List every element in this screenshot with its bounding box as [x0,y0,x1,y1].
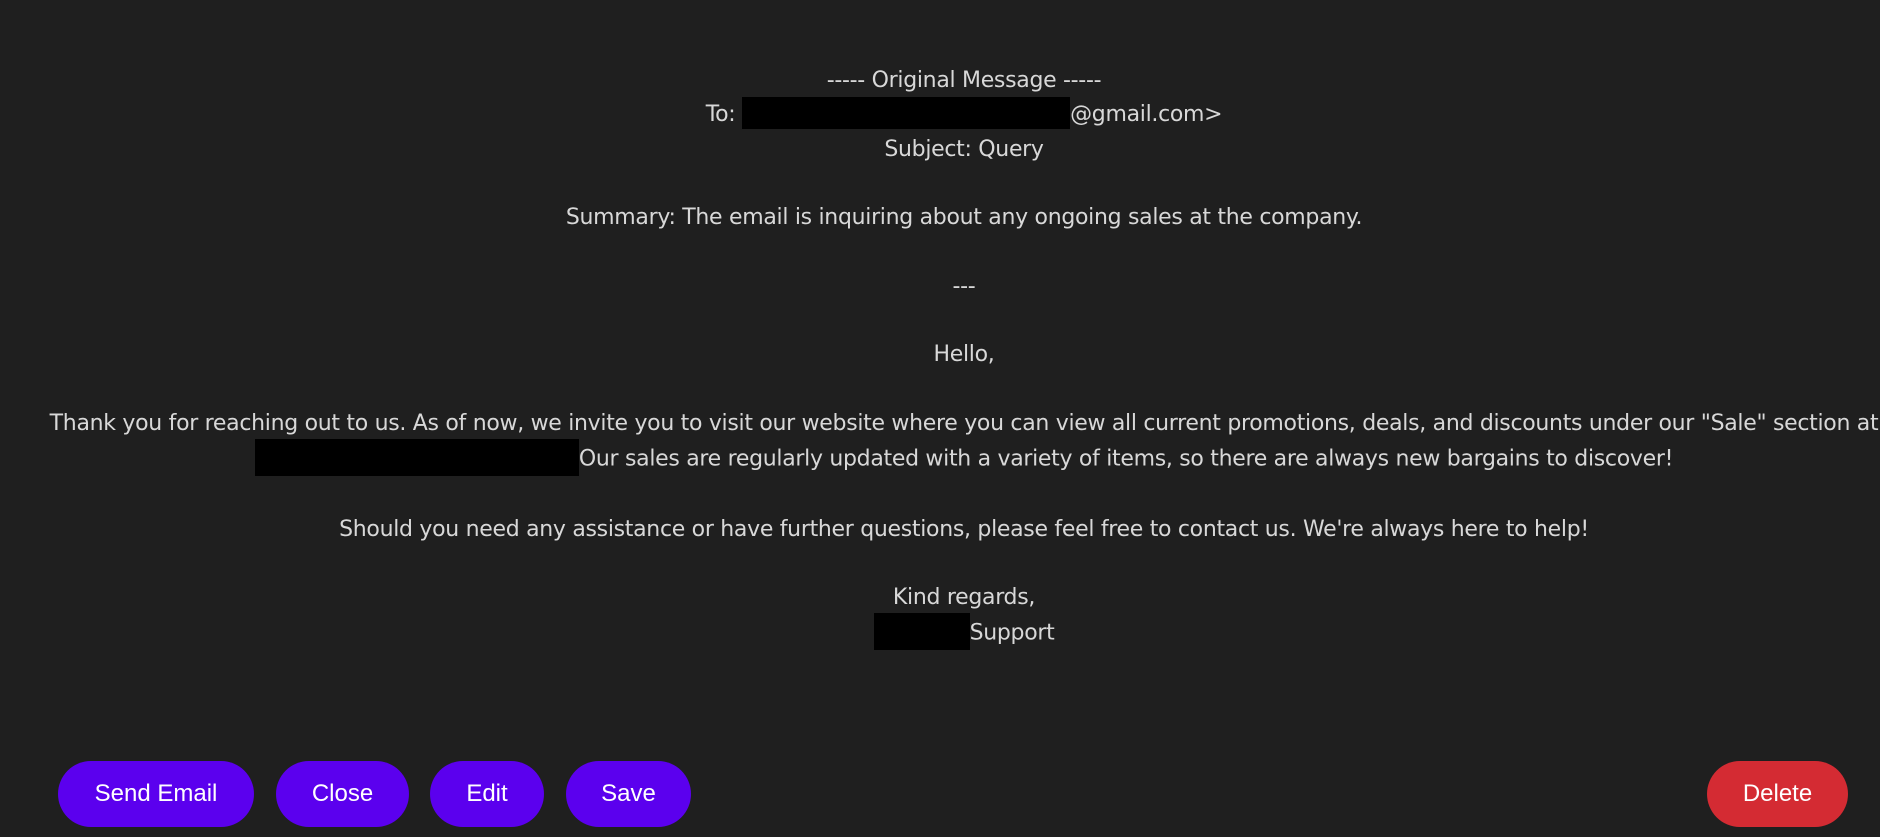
summary-line: Summary: The email is inquiring about an… [565,205,1363,231]
send-email-button[interactable]: Send Email [58,761,254,827]
to-email-domain: @gmail.com> [1070,102,1223,128]
body-line-2: Our sales are regularly updated with a v… [0,439,1880,478]
separator-line: --- [952,273,976,299]
to-label: To: [705,102,736,128]
subject-line: Subject: Query [884,136,1044,162]
signature-text: Support [969,620,1055,646]
redacted-company-name [873,613,970,651]
redacted-website-url [254,439,579,477]
body-line-2-text: Our sales are regularly updated with a v… [578,446,1674,472]
email-preview: ----- Original Message ----- To: @gmail.… [0,64,1880,652]
edit-button[interactable]: Edit [430,761,544,827]
closing-line: Kind regards, [892,585,1036,611]
assistance-line: Should you need any assistance or have f… [339,516,1589,542]
signature-line: Support [0,613,1880,652]
close-button[interactable]: Close [276,761,409,827]
original-message-header: ----- Original Message ----- [826,68,1102,93]
body-line-1: Thank you for reaching out to us. As of … [49,410,1879,436]
recipient-line: To: @gmail.com> [0,97,1880,132]
redacted-email-address [742,97,1071,130]
save-button[interactable]: Save [566,761,691,827]
greeting-line: Hello, [933,342,995,368]
delete-button[interactable]: Delete [1707,761,1848,827]
